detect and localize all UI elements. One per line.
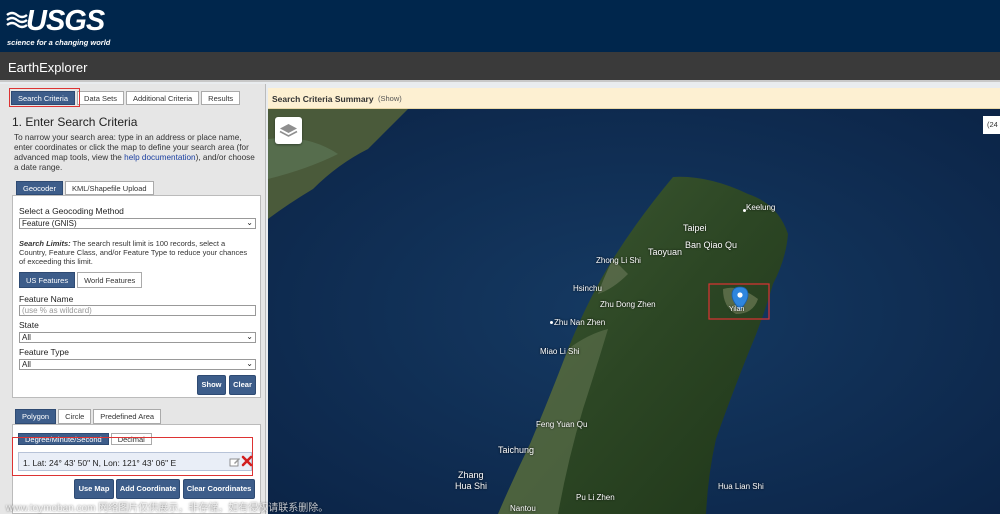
logo-wordmark: USGS [26, 5, 105, 37]
map-label: Hua Lian Shi [718, 482, 764, 491]
geocoding-method-select[interactable]: Feature (GNIS) ⌄ [19, 218, 256, 229]
tab-polygon[interactable]: Polygon [15, 409, 57, 424]
map-label: Taichung [498, 445, 535, 455]
tab-results[interactable]: Results [201, 91, 241, 105]
map-marker-dot [550, 321, 553, 324]
use-map-button[interactable]: Use Map [74, 479, 114, 499]
feature-name-input[interactable]: (use % as wildcard) [19, 305, 256, 316]
map-label: Miao Li Shi [540, 347, 580, 356]
edit-icon[interactable] [229, 456, 241, 468]
geocoder-card: Select a Geocoding Method Feature (GNIS)… [12, 195, 261, 398]
map-label: Yilan [729, 306, 745, 313]
map-label: Zhu Dong Zhen [600, 300, 656, 309]
map-label: Zhu Nan Zhen [554, 318, 606, 327]
feature-name-label: Feature Name [19, 294, 74, 304]
map-view[interactable]: (24 Keelung Taipei Ban Qiao Qu Taoyuan Z… [268, 109, 1000, 514]
feature-type-select[interactable]: All ⌄ [19, 359, 256, 370]
map-label: Zhang [458, 470, 484, 480]
state-value: All [22, 333, 31, 342]
map-label: Zhong Li Shi [596, 256, 641, 265]
map-label: Hsinchu [573, 284, 602, 293]
area-tabs: Polygon Circle Predefined Area [15, 409, 162, 424]
add-coordinate-button[interactable]: Add Coordinate [116, 479, 180, 499]
tab-us-features[interactable]: US Features [19, 272, 76, 288]
map-label: Ban Qiao Qu [685, 240, 738, 250]
chevron-down-icon: ⌄ [246, 332, 253, 341]
tab-geocoder[interactable]: Geocoder [16, 181, 63, 195]
tab-additional-criteria[interactable]: Additional Criteria [125, 91, 200, 105]
map-marker-dot [743, 209, 746, 212]
search-limits-note: Search Limits: The search result limit i… [19, 239, 251, 266]
watermark-text: www.toymoban.com 网络图片仅供展示，非存储，如有侵权请联系删除。 [6, 503, 329, 514]
feature-type-value: All [22, 360, 31, 369]
app-title[interactable]: EarthExplorer [8, 60, 87, 75]
logo-tagline: science for a changing world [7, 38, 111, 47]
help-documentation-link[interactable]: help documentation [124, 153, 195, 162]
tab-data-sets[interactable]: Data Sets [77, 91, 124, 105]
usgs-wave-icon [6, 11, 28, 29]
map-coordinates-readout: (24 [983, 116, 1000, 134]
coordinate-row[interactable]: 1. Lat: 24° 43' 50" N, Lon: 121° 43' 06"… [18, 452, 253, 471]
usgs-logo[interactable]: USGS science for a changing world [6, 5, 116, 47]
summary-title: Search Criteria Summary [272, 94, 374, 104]
coordinate-text: 1. Lat: 24° 43' 50" N, Lon: 121° 43' 06"… [23, 458, 177, 468]
map-label: Feng Yuan Qu [536, 420, 588, 429]
satellite-imagery [268, 109, 1000, 514]
chevron-down-icon: ⌄ [246, 218, 253, 227]
geocoding-method-label: Select a Geocoding Method [19, 206, 124, 216]
step-intro: To narrow your search area: type in an a… [14, 133, 258, 173]
search-limits-title: Search Limits: [19, 239, 71, 248]
source-tabs: Geocoder KML/Shapefile Upload [16, 181, 154, 195]
map-label: Hua Shi [455, 481, 488, 491]
map-label: Taoyuan [648, 247, 683, 257]
tab-kml-shapefile-upload[interactable]: KML/Shapefile Upload [64, 181, 154, 195]
clear-coordinates-button[interactable]: Clear Coordinates [183, 479, 255, 499]
feature-type-label: Feature Type [19, 347, 69, 357]
step-title: 1. Enter Search Criteria [12, 115, 138, 129]
clear-button[interactable]: Clear [229, 375, 256, 395]
map-label: Keelung [746, 203, 776, 212]
usgs-header: USGS science for a changing world [0, 0, 1000, 52]
layers-button[interactable] [275, 117, 302, 144]
delete-icon[interactable] [241, 455, 253, 467]
state-select[interactable]: All ⌄ [19, 332, 256, 343]
tab-circle[interactable]: Circle [58, 409, 92, 424]
app-bar: EarthExplorer [0, 52, 1000, 82]
search-criteria-highlight [9, 88, 80, 107]
summary-show-toggle[interactable]: (Show) [378, 94, 402, 103]
map-label: Nantou [510, 504, 536, 513]
map-label: Pu Li Zhen [576, 493, 615, 502]
tab-predefined-area[interactable]: Predefined Area [93, 409, 162, 424]
map-label: Taipei [683, 223, 707, 233]
search-criteria-summary[interactable]: Search Criteria Summary (Show) [268, 88, 1000, 109]
state-label: State [19, 320, 39, 330]
geocoding-method-value: Feature (GNIS) [22, 219, 77, 228]
tab-world-features[interactable]: World Features [77, 272, 143, 288]
show-button[interactable]: Show [197, 375, 226, 395]
chevron-down-icon: ⌄ [246, 359, 253, 368]
feature-tabs: US Features World Features [19, 272, 143, 288]
layers-icon [279, 124, 298, 137]
